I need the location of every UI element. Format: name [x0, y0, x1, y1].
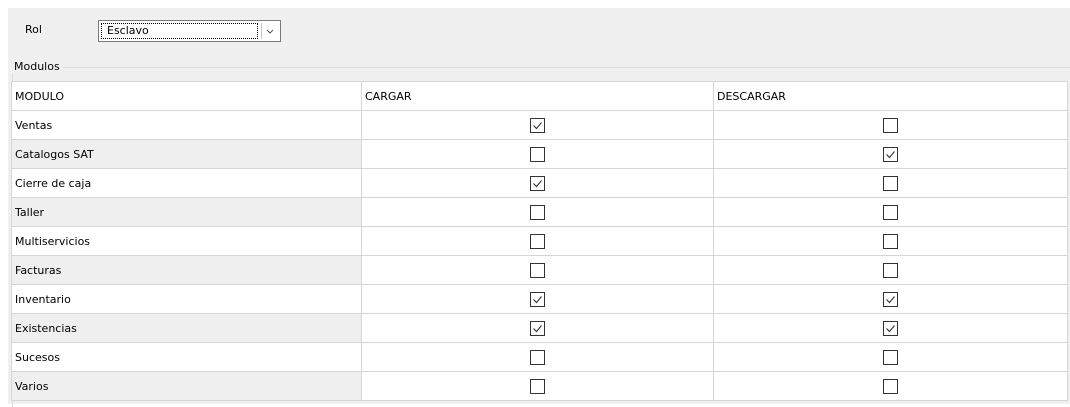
table-row: Sucesos — [11, 342, 1068, 372]
descargar-cell — [713, 139, 1068, 169]
checkmark-icon — [886, 150, 895, 158]
cargar-cell — [361, 255, 714, 285]
cargar-checkbox[interactable] — [530, 262, 545, 278]
main-panel: Rol Esclavo Modulos MODULO CARGAR DESCAR… — [8, 8, 1070, 407]
cargar-checkbox[interactable] — [530, 204, 545, 220]
checkmark-icon — [886, 324, 895, 332]
rol-select-value: Esclavo — [101, 23, 258, 39]
descargar-checkbox[interactable] — [883, 204, 898, 220]
chevron-down-icon[interactable] — [261, 22, 279, 40]
cargar-cell — [361, 110, 714, 140]
descargar-checkbox[interactable] — [883, 262, 898, 278]
descargar-cell — [713, 110, 1068, 140]
table-row: Varios — [11, 371, 1068, 401]
cargar-cell — [361, 226, 714, 256]
modules-group-legend: Modulos — [12, 61, 63, 73]
descargar-checkbox[interactable] — [883, 349, 898, 365]
checkmark-icon — [886, 295, 895, 303]
descargar-cell — [713, 371, 1068, 401]
checkmark-icon — [533, 121, 542, 129]
rol-label: Rol — [25, 23, 42, 36]
rol-select[interactable]: Esclavo — [98, 20, 281, 42]
modulo-cell: Existencias — [11, 313, 362, 343]
modulo-cell: Catalogos SAT — [11, 139, 362, 169]
descargar-cell — [713, 255, 1068, 285]
column-header-cargar[interactable]: CARGAR — [361, 81, 714, 111]
cargar-cell — [361, 371, 714, 401]
descargar-checkbox[interactable] — [883, 320, 898, 336]
cargar-checkbox[interactable] — [530, 291, 545, 307]
modules-table: MODULO CARGAR DESCARGAR Ventas Catalogos … — [11, 81, 1068, 401]
modulo-cell: Varios — [11, 371, 362, 401]
table-row: Inventario — [11, 284, 1068, 314]
checkmark-icon — [533, 179, 542, 187]
cargar-checkbox[interactable] — [530, 146, 545, 162]
modulo-cell: Taller — [11, 197, 362, 227]
table-row: Existencias — [11, 313, 1068, 343]
table-row: Ventas — [11, 110, 1068, 140]
checkmark-icon — [533, 295, 542, 303]
cargar-checkbox[interactable] — [530, 320, 545, 336]
modulo-cell: Ventas — [11, 110, 362, 140]
descargar-checkbox[interactable] — [883, 378, 898, 394]
modulo-cell: Inventario — [11, 284, 362, 314]
table-row: Facturas — [11, 255, 1068, 285]
table-header-row: MODULO CARGAR DESCARGAR — [11, 81, 1068, 111]
cargar-checkbox[interactable] — [530, 378, 545, 394]
descargar-checkbox[interactable] — [883, 146, 898, 162]
descargar-cell — [713, 226, 1068, 256]
cargar-cell — [361, 139, 714, 169]
modulo-cell: Multiservicios — [11, 226, 362, 256]
cargar-checkbox[interactable] — [530, 175, 545, 191]
descargar-checkbox[interactable] — [883, 175, 898, 191]
cargar-checkbox[interactable] — [530, 117, 545, 133]
modulo-cell: Sucesos — [11, 342, 362, 372]
table-row: Taller — [11, 197, 1068, 227]
descargar-cell — [713, 197, 1068, 227]
cargar-cell — [361, 197, 714, 227]
cargar-checkbox[interactable] — [530, 233, 545, 249]
table-row: Catalogos SAT — [11, 139, 1068, 169]
checkmark-icon — [533, 324, 542, 332]
cargar-cell — [361, 284, 714, 314]
descargar-cell — [713, 313, 1068, 343]
descargar-checkbox[interactable] — [883, 291, 898, 307]
descargar-checkbox[interactable] — [883, 117, 898, 133]
table-row: Multiservicios — [11, 226, 1068, 256]
descargar-checkbox[interactable] — [883, 233, 898, 249]
column-header-descargar[interactable]: DESCARGAR — [713, 81, 1068, 111]
cargar-cell — [361, 313, 714, 343]
cargar-cell — [361, 168, 714, 198]
descargar-cell — [713, 168, 1068, 198]
column-header-modulo[interactable]: MODULO — [11, 81, 362, 111]
modulo-cell: Facturas — [11, 255, 362, 285]
modulo-cell: Cierre de caja — [11, 168, 362, 198]
descargar-cell — [713, 342, 1068, 372]
cargar-cell — [361, 342, 714, 372]
descargar-cell — [713, 284, 1068, 314]
cargar-checkbox[interactable] — [530, 349, 545, 365]
table-row: Cierre de caja — [11, 168, 1068, 198]
